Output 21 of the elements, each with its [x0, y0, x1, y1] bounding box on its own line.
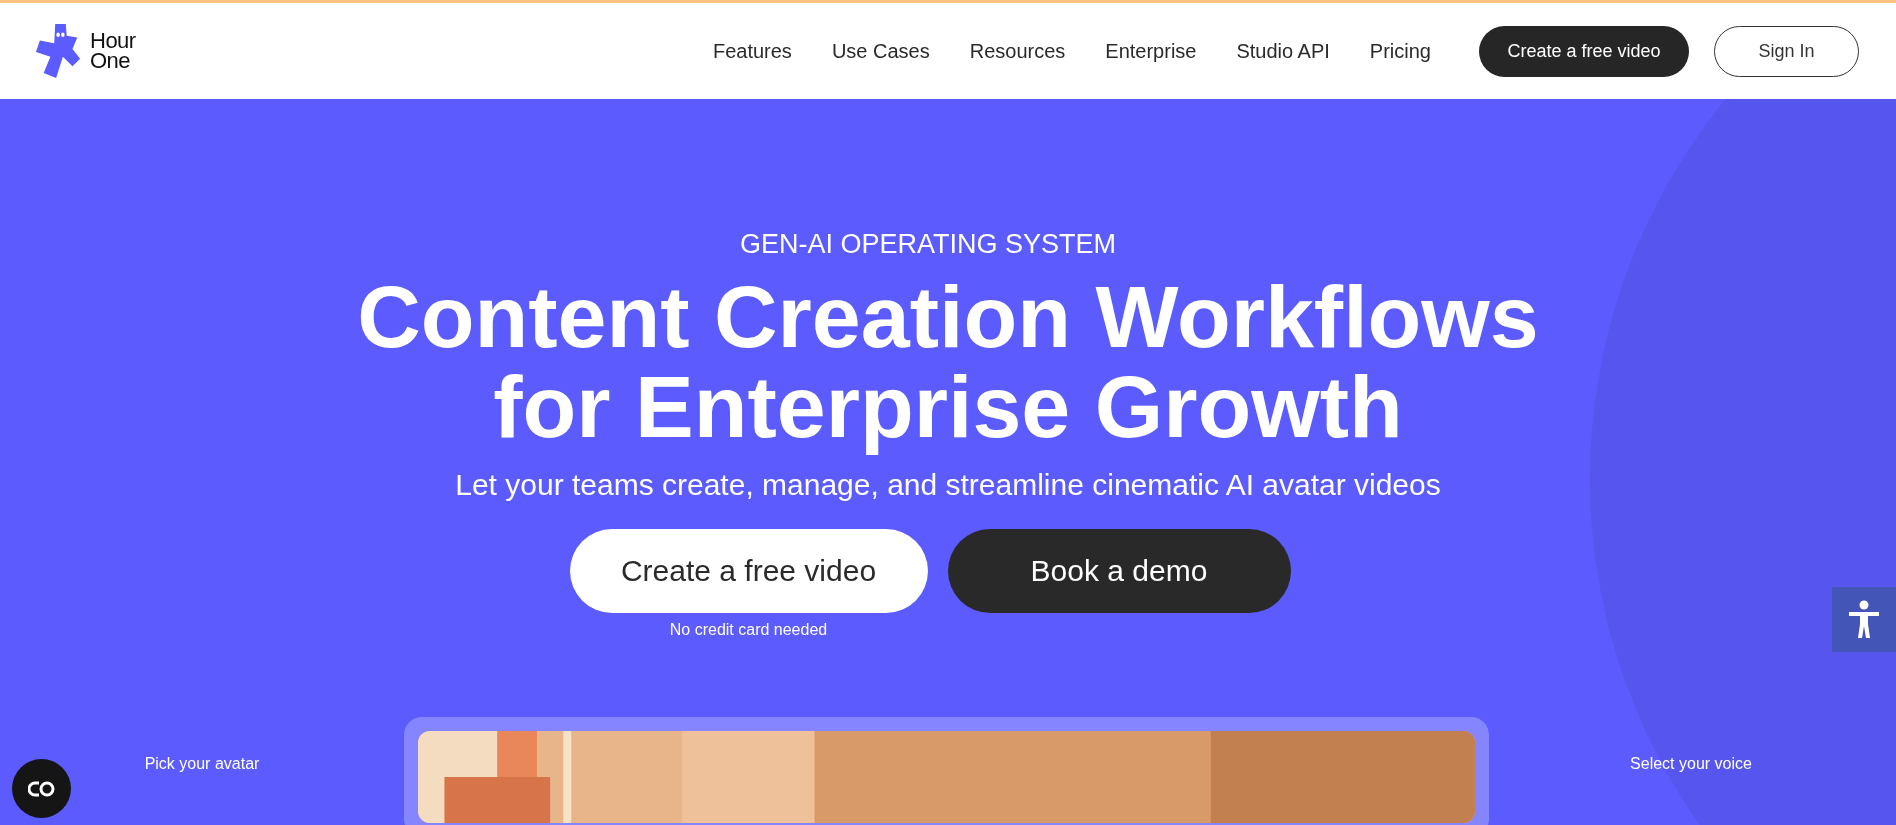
note-text: No credit card needed: [669, 621, 828, 639]
nav-link[interactable]: Resources: [949, 39, 1086, 63]
accessibility-button[interactable]: [1832, 587, 1896, 652]
nav-link[interactable]: Features: [712, 39, 812, 63]
link-icon: [27, 779, 56, 798]
accessibility-icon: [1847, 599, 1881, 640]
nav-link[interactable]: Use Cases: [811, 39, 950, 63]
create-video-button[interactable]: Create a free video: [1479, 25, 1689, 77]
nav-link[interactable]: Enterprise: [1085, 39, 1217, 63]
side-label: Select your voice: [1629, 755, 1753, 773]
create-video-button[interactable]: Create a free video: [569, 529, 928, 613]
book-demo-button[interactable]: Book a demo: [947, 529, 1291, 613]
nav-link[interactable]: Pricing: [1349, 39, 1451, 63]
subtitle: Let your teams create, manage, and streamline cinematic AI avatar videos: [455, 468, 1441, 502]
side-label: Pick your avatar: [143, 755, 261, 773]
nav-link[interactable]: Studio API: [1216, 39, 1350, 63]
eyebrow-text: GEN-AI OPERATING SYSTEM: [739, 229, 1117, 260]
logo-text[interactable]: One: [90, 51, 136, 71]
headline: Content Creation Workflows: [357, 272, 1539, 362]
logo-text[interactable]: Hour: [90, 31, 136, 51]
sign-in-button[interactable]: Sign In: [1714, 25, 1859, 77]
